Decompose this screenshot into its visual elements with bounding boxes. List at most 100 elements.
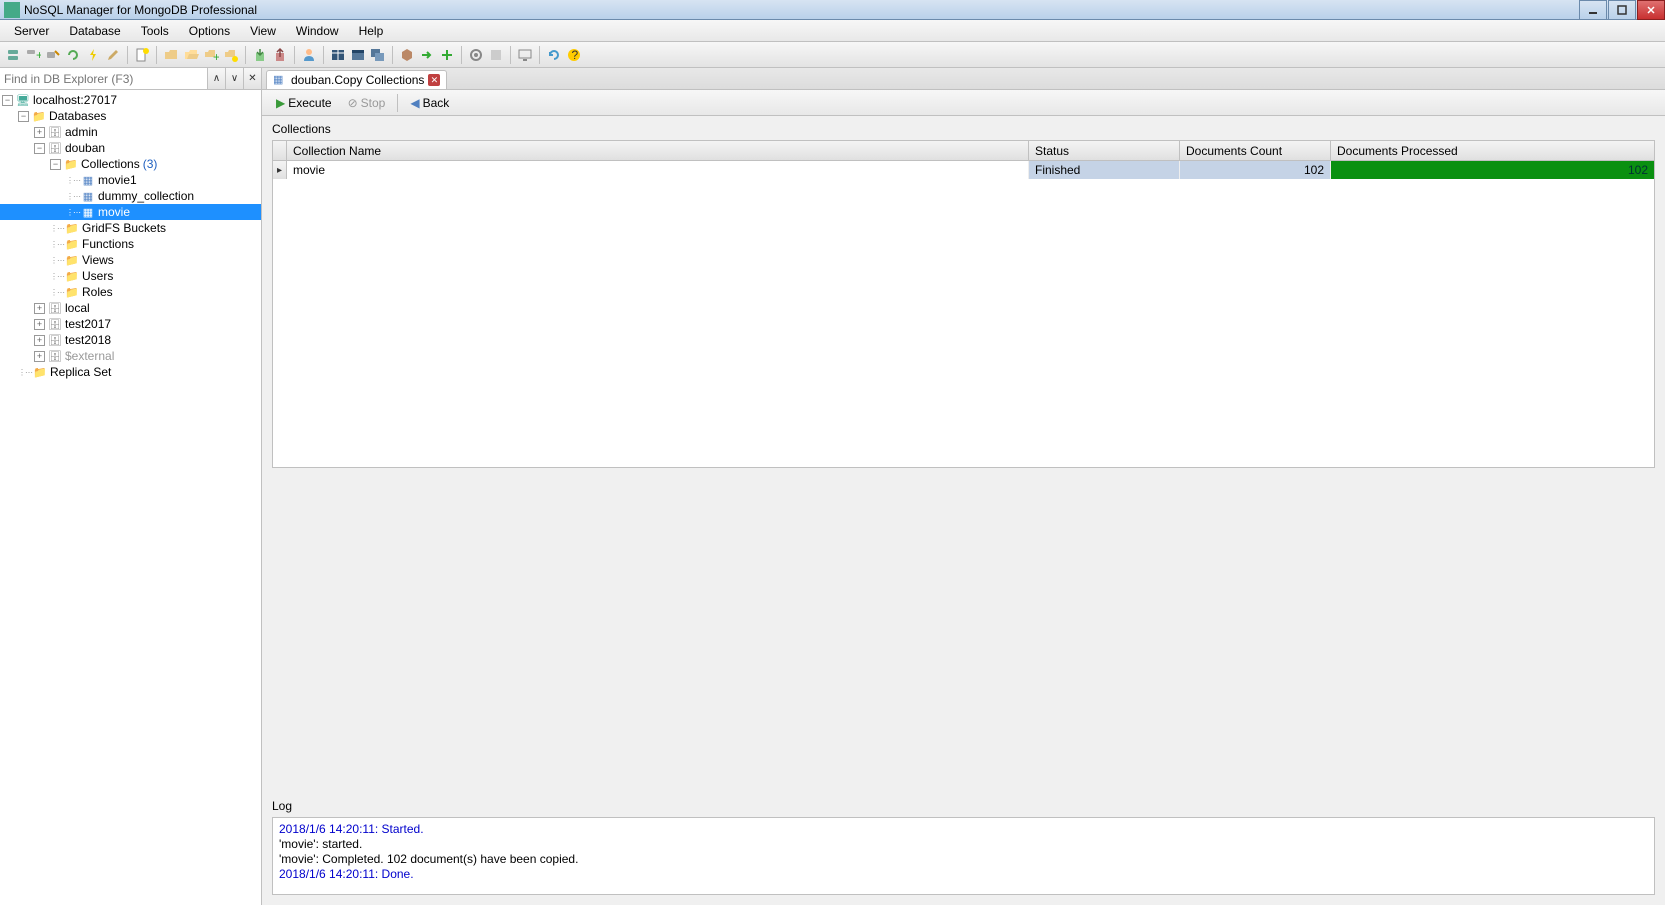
tree-db-local[interactable]: + 🗄 local bbox=[0, 300, 261, 316]
menu-database[interactable]: Database bbox=[59, 21, 130, 41]
database-icon: 🗄 bbox=[47, 333, 63, 347]
tree-db-test2018[interactable]: + 🗄 test2018 bbox=[0, 332, 261, 348]
tb-plus-icon[interactable] bbox=[438, 46, 456, 64]
menu-view[interactable]: View bbox=[240, 21, 286, 41]
tb-sep bbox=[294, 46, 295, 64]
search-input[interactable] bbox=[0, 68, 207, 89]
tb-folder-icon[interactable] bbox=[162, 46, 180, 64]
cell-docs: 102 bbox=[1180, 161, 1331, 179]
tree-replica-set[interactable]: ⋮⋯ 📁 Replica Set bbox=[0, 364, 261, 380]
menu-options[interactable]: Options bbox=[179, 21, 240, 41]
tree-collapse-icon[interactable]: − bbox=[34, 143, 45, 154]
tree-collapse-icon[interactable]: − bbox=[50, 159, 61, 170]
row-indicator-icon: ▸ bbox=[273, 161, 287, 179]
tb-multi-window-icon[interactable] bbox=[369, 46, 387, 64]
database-icon: 🗄 bbox=[47, 125, 63, 139]
tb-cube-icon[interactable] bbox=[398, 46, 416, 64]
db-tree[interactable]: − 🖥 localhost:27017 − 📁 Databases + 🗄 ad… bbox=[0, 90, 261, 905]
tb-sep bbox=[156, 46, 157, 64]
back-button[interactable]: ◀ Back bbox=[404, 94, 455, 112]
minimize-button[interactable] bbox=[1579, 0, 1607, 20]
tb-refresh-icon[interactable] bbox=[64, 46, 82, 64]
tree-databases[interactable]: − 📁 Databases bbox=[0, 108, 261, 124]
tb-help-icon[interactable]: ? bbox=[565, 46, 583, 64]
tree-leaf-icon: ⋮⋯ bbox=[50, 272, 64, 281]
tb-folder-new-icon[interactable] bbox=[222, 46, 240, 64]
tb-edit-icon[interactable] bbox=[104, 46, 122, 64]
tree-db-label: $external bbox=[65, 349, 114, 363]
tree-expand-icon[interactable]: + bbox=[34, 319, 45, 330]
tb-server-edit-icon[interactable] bbox=[44, 46, 62, 64]
tree-server[interactable]: − 🖥 localhost:27017 bbox=[0, 92, 261, 108]
tb-grid-icon[interactable] bbox=[329, 46, 347, 64]
col-docs-header[interactable]: Documents Count bbox=[1180, 141, 1331, 160]
tree-gridfs[interactable]: ⋮⋯ 📁 GridFS Buckets bbox=[0, 220, 261, 236]
tab-close-icon[interactable]: ✕ bbox=[428, 74, 440, 86]
actionbar: ▶ Execute ⊘ Stop ◀ Back bbox=[262, 90, 1665, 116]
menu-tools[interactable]: Tools bbox=[131, 21, 179, 41]
titlebar: NoSQL Manager for MongoDB Professional bbox=[0, 0, 1665, 20]
tree-expand-icon[interactable]: + bbox=[34, 351, 45, 362]
col-status-header[interactable]: Status bbox=[1029, 141, 1180, 160]
menu-help[interactable]: Help bbox=[349, 21, 394, 41]
tb-server-icon[interactable] bbox=[4, 46, 22, 64]
tb-sep bbox=[510, 46, 511, 64]
tree-db-external[interactable]: + 🗄 $external bbox=[0, 348, 261, 364]
play-icon: ▶ bbox=[276, 96, 285, 110]
tb-import-icon[interactable] bbox=[251, 46, 269, 64]
tb-window-icon[interactable] bbox=[349, 46, 367, 64]
tab-copy-collections[interactable]: ▦ douban.Copy Collections ✕ bbox=[266, 70, 447, 89]
collections-grid: Collection Name Status Documents Count D… bbox=[272, 140, 1655, 468]
col-name-header[interactable]: Collection Name bbox=[287, 141, 1029, 160]
tree-collections[interactable]: − 📁 Collections (3) bbox=[0, 156, 261, 172]
cell-status: Finished bbox=[1029, 161, 1180, 179]
menu-window[interactable]: Window bbox=[286, 21, 349, 41]
tree-collapse-icon[interactable]: − bbox=[2, 95, 13, 106]
execute-label: Execute bbox=[288, 96, 331, 110]
tb-user-icon[interactable] bbox=[300, 46, 318, 64]
tb-lightning-icon[interactable] bbox=[84, 46, 102, 64]
tree-db-douban[interactable]: − 🗄 douban bbox=[0, 140, 261, 156]
collection-icon: ▦ bbox=[80, 205, 96, 219]
tb-refresh2-icon[interactable] bbox=[545, 46, 563, 64]
menu-server[interactable]: Server bbox=[4, 21, 59, 41]
tree-expand-icon[interactable]: + bbox=[34, 303, 45, 314]
tb-server-add-icon[interactable]: + bbox=[24, 46, 42, 64]
tb-monitor-icon[interactable] bbox=[516, 46, 534, 64]
tb-export-icon[interactable] bbox=[271, 46, 289, 64]
tree-collection-movie[interactable]: ⋮⋯ ▦ movie bbox=[0, 204, 261, 220]
search-prev-button[interactable]: ∧ bbox=[207, 68, 225, 89]
log-output[interactable]: 2018/1/6 14:20:11: Started. 'movie': sta… bbox=[272, 817, 1655, 895]
tree-roles[interactable]: ⋮⋯ 📁 Roles bbox=[0, 284, 261, 300]
col-processed-header[interactable]: Documents Processed bbox=[1331, 141, 1654, 160]
tree-functions[interactable]: ⋮⋯ 📁 Functions bbox=[0, 236, 261, 252]
folder-icon: 📁 bbox=[63, 157, 79, 171]
tree-expand-icon[interactable]: + bbox=[34, 127, 45, 138]
tree-collection-dummy[interactable]: ⋮⋯ ▦ dummy_collection bbox=[0, 188, 261, 204]
search-clear-button[interactable]: ✕ bbox=[243, 68, 261, 89]
tree-db-test2017[interactable]: + 🗄 test2017 bbox=[0, 316, 261, 332]
tb-folder-add-icon[interactable]: + bbox=[202, 46, 220, 64]
search-next-button[interactable]: ∨ bbox=[225, 68, 243, 89]
tb-gray-icon[interactable] bbox=[487, 46, 505, 64]
tree-collection-movie1[interactable]: ⋮⋯ ▦ movie1 bbox=[0, 172, 261, 188]
tab-icon: ▦ bbox=[273, 73, 287, 87]
tree-db-admin[interactable]: + 🗄 admin bbox=[0, 124, 261, 140]
tree-views[interactable]: ⋮⋯ 📁 Views bbox=[0, 252, 261, 268]
maximize-button[interactable] bbox=[1608, 0, 1636, 20]
tb-arrow-icon[interactable] bbox=[418, 46, 436, 64]
tb-folder-open-icon[interactable] bbox=[182, 46, 200, 64]
execute-button[interactable]: ▶ Execute bbox=[270, 94, 338, 112]
tree-users[interactable]: ⋮⋯ 📁 Users bbox=[0, 268, 261, 284]
tree-leaf-icon: ⋮⋯ bbox=[66, 192, 80, 201]
cell-processed: 102 bbox=[1331, 161, 1654, 179]
tree-collapse-icon[interactable]: − bbox=[18, 111, 29, 122]
tb-gear-icon[interactable] bbox=[467, 46, 485, 64]
database-icon: 🗄 bbox=[47, 349, 63, 363]
stop-button[interactable]: ⊘ Stop bbox=[342, 94, 392, 112]
close-button[interactable] bbox=[1637, 0, 1665, 20]
tb-sep bbox=[323, 46, 324, 64]
table-row[interactable]: ▸ movie Finished 102 102 bbox=[273, 161, 1654, 179]
tb-new-icon[interactable] bbox=[133, 46, 151, 64]
tree-expand-icon[interactable]: + bbox=[34, 335, 45, 346]
